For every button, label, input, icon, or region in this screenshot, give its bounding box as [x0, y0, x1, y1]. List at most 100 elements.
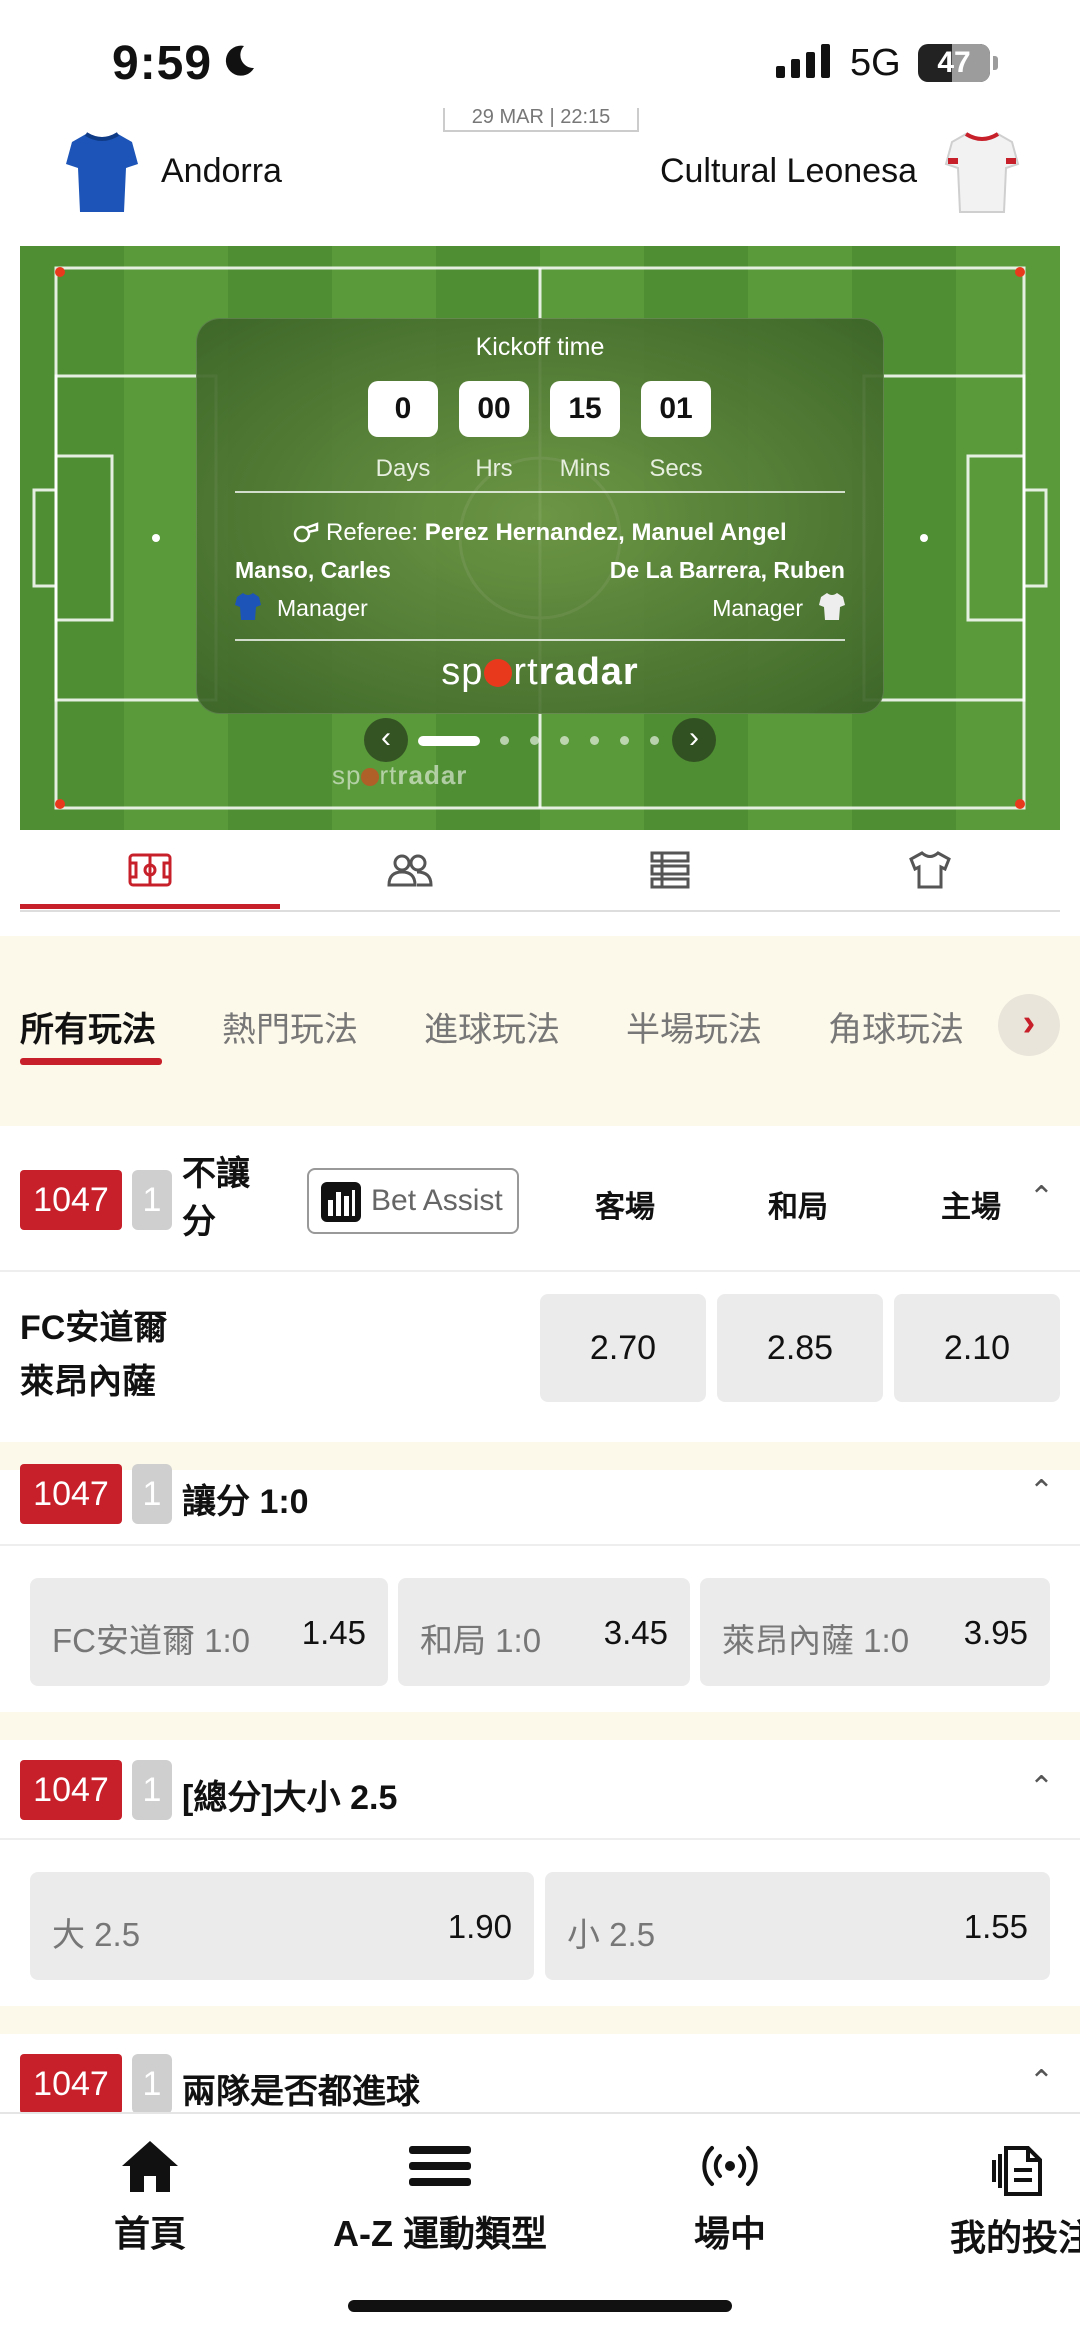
carousel-dot[interactable] — [650, 736, 659, 745]
market-tab-half[interactable]: 半場玩法 — [626, 1002, 762, 1051]
away-manager-label: Manager — [712, 595, 803, 621]
home-manager-name: Manso, Carles — [235, 557, 391, 583]
column-away: 客場 — [595, 1191, 655, 1224]
carousel-dot-active[interactable] — [418, 736, 480, 746]
tracker-tabs — [20, 830, 1060, 912]
match-sub-badge: 1 — [132, 2054, 172, 2114]
match-sub-badge: 1 — [132, 1464, 172, 1524]
tab-shirts[interactable] — [800, 830, 1060, 910]
countdown-secs-label: Secs — [649, 455, 703, 482]
selection-button-over[interactable]: 大 2.5 1.90 — [30, 1872, 534, 1980]
odds-button-away[interactable]: 2.70 — [540, 1294, 706, 1402]
market-title: 不讓分 — [182, 1155, 250, 1241]
home-shirt-icon — [66, 132, 138, 212]
selection-label: 萊昂內薩 1:0 — [722, 1622, 910, 1659]
countdown-secs-value: 01 — [641, 381, 711, 437]
market-title: 讓分 1:0 — [182, 1483, 309, 1521]
referee-name: Perez Hernandez, Manuel Angel — [424, 519, 787, 546]
nav-live-label: 場中 — [693, 2213, 766, 2254]
bet-assist-label: Bet Assist — [371, 1184, 503, 1217]
referee-line: Referee: Perez Hernandez, Manuel Angel — [197, 519, 883, 547]
odds-button-home[interactable]: 2.10 — [894, 1294, 1060, 1402]
status-time: 9:59 — [112, 37, 213, 90]
market-tab-corners[interactable]: 角球玩法 — [828, 1002, 964, 1051]
carousel-dot[interactable] — [500, 736, 509, 745]
selection-button-under[interactable]: 小 2.5 1.55 — [545, 1872, 1050, 1980]
home-manager-label: Manager — [277, 595, 368, 621]
lineup-icon — [387, 854, 433, 887]
market-tab-popular[interactable]: 熱門玩法 — [222, 1002, 358, 1051]
selection-label: 大 2.5 — [52, 1916, 141, 1953]
selection-odds: 1.90 — [447, 1908, 512, 1945]
whistle-icon — [294, 522, 319, 543]
collapse-chevron-icon[interactable]: ⌃ — [1029, 1770, 1054, 1805]
section-gap — [0, 2006, 1080, 2034]
sportradar-watermark: sp rtradar — [332, 760, 468, 790]
bet-assist-button[interactable]: Bet Assist — [307, 1168, 519, 1234]
battery-level: 47 — [937, 46, 971, 79]
collapse-chevron-icon[interactable]: ⌃ — [1029, 1180, 1054, 1215]
carousel-dot[interactable] — [620, 736, 629, 745]
collapse-chevron-icon[interactable]: ⌃ — [1029, 2064, 1054, 2099]
countdown-mins-label: Mins — [559, 455, 611, 482]
market-tab-goals[interactable]: 進球玩法 — [424, 1002, 560, 1051]
match-id-badge: 1047 — [20, 2054, 122, 2114]
shirt-icon — [909, 851, 951, 889]
market-tab-all[interactable]: 所有玩法 — [20, 1002, 156, 1051]
bet-slip-icon — [992, 2146, 1042, 2196]
tab-lineups[interactable] — [280, 830, 540, 910]
selection-label: 小 2.5 — [567, 1916, 656, 1953]
carousel-dot[interactable] — [560, 736, 569, 745]
match-id-badge: 1047 — [20, 1760, 122, 1820]
countdown-mins-value: 15 — [550, 381, 620, 437]
nav-az-sports[interactable]: A-Z 運動類型 — [320, 2138, 560, 2257]
divider — [235, 491, 845, 493]
odds-button-draw[interactable]: 2.85 — [717, 1294, 883, 1402]
nav-my-bets-label: 我的投注 — [950, 2217, 1080, 2258]
market-tabs-next-button[interactable]: › — [998, 994, 1060, 1056]
tab-stats[interactable] — [540, 830, 800, 910]
nav-home-label: 首頁 — [113, 2213, 186, 2254]
home-indicator[interactable] — [348, 2300, 732, 2312]
selection-label: 和局 1:0 — [420, 1622, 542, 1659]
selection-button[interactable]: 萊昂內薩 1:0 3.95 — [700, 1578, 1050, 1686]
collapse-chevron-icon[interactable]: ⌃ — [1029, 1474, 1054, 1509]
carousel-prev-button[interactable]: ‹ — [364, 718, 408, 762]
signal-icon — [776, 44, 830, 78]
nav-my-bets[interactable]: 我的投注 — [900, 2138, 1080, 2261]
tab-pitch[interactable] — [20, 830, 280, 910]
countdown-days-label: Days — [375, 455, 431, 482]
nav-live[interactable]: 場中 — [610, 2138, 850, 2257]
match-id-badge: 1047 — [20, 1464, 122, 1524]
referee-label: Referee: — [326, 519, 419, 546]
market-category-bar: 所有玩法 熱門玩法 進球玩法 半場玩法 角球玩法 › — [0, 936, 1080, 1126]
selection-button[interactable]: FC安道爾 1:0 1.45 — [30, 1578, 388, 1686]
column-home: 主場 — [941, 1191, 1001, 1224]
kickoff-card: Kickoff time 0 00 15 01 Days Hrs Mins Se… — [196, 318, 884, 714]
selection-button[interactable]: 和局 1:0 3.45 — [398, 1578, 690, 1686]
nav-az-label: A-Z 運動類型 — [333, 2213, 547, 2254]
away-team-name: Cultural Leonesa — [659, 152, 917, 190]
moon-icon — [225, 45, 254, 76]
carousel-dot[interactable] — [590, 736, 599, 745]
away-manager-name: De La Barrera, Ruben — [609, 557, 845, 583]
menu-icon — [409, 2146, 471, 2186]
tab-active-underline — [20, 904, 280, 909]
column-draw: 和局 — [768, 1191, 828, 1224]
selection-odds: 1.55 — [963, 1908, 1028, 1945]
countdown-hours-value: 00 — [459, 381, 529, 437]
match-sub-badge: 1 — [132, 1760, 172, 1820]
match-id-badge: 1047 — [20, 1170, 122, 1230]
selection-odds: 1.45 — [301, 1614, 366, 1651]
carousel-next-button[interactable]: › — [672, 718, 716, 762]
nav-home[interactable]: 首頁 — [30, 2138, 270, 2257]
section-gap — [0, 1712, 1080, 1740]
match-sub-badge: 1 — [132, 1170, 172, 1230]
market-title: 兩隊是否都進球 — [182, 2073, 420, 2111]
carousel-dot[interactable] — [530, 736, 539, 745]
market-tab-underline — [20, 1058, 162, 1065]
kickoff-title: Kickoff time — [475, 333, 605, 361]
divider — [235, 639, 845, 641]
selection-odds: 3.45 — [603, 1614, 668, 1651]
team-away-label: 萊昂內薩 — [20, 1363, 156, 1401]
